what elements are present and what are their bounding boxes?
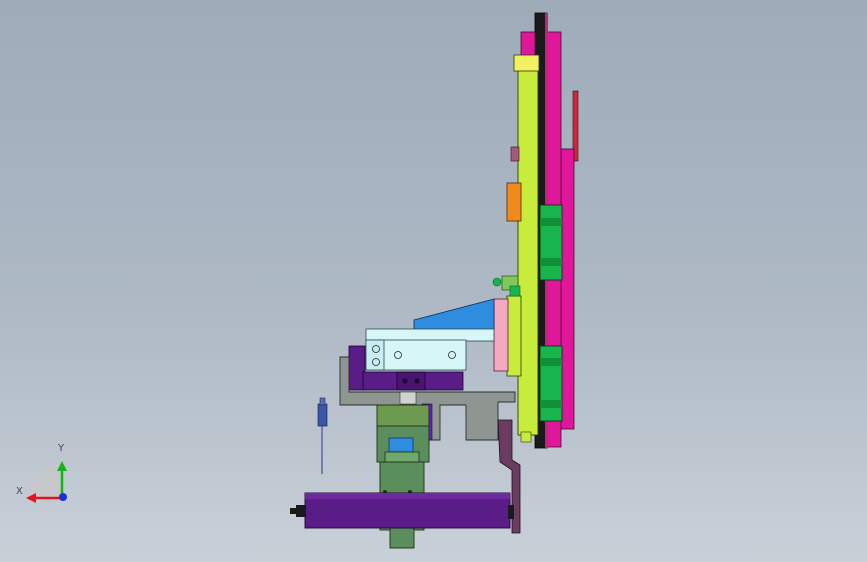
cylinder-right-cap xyxy=(508,505,514,519)
orange-block xyxy=(506,182,522,222)
pink-block xyxy=(493,298,509,372)
cylinder-left-cap xyxy=(296,505,306,517)
gripper-window xyxy=(388,437,414,453)
lime-main-plate xyxy=(517,69,539,436)
lime-top-cap xyxy=(513,54,540,72)
rodless-cylinder-shade xyxy=(305,493,510,499)
green-slider-upper-band2 xyxy=(540,258,562,266)
cylinder-left-tip xyxy=(290,508,296,514)
sensor-body xyxy=(317,403,328,427)
cylinder-body-top xyxy=(365,328,495,342)
triad-z-axis xyxy=(59,493,67,501)
vertical-rail-assembly[interactable] xyxy=(492,12,579,449)
magenta-top-block xyxy=(520,31,536,58)
fitting-small-1 xyxy=(510,146,520,162)
gray-base-detail xyxy=(399,391,417,405)
green-slider-upper-band xyxy=(540,218,562,226)
green-slider-lower-band2 xyxy=(540,400,562,408)
coordinate-triad xyxy=(26,461,67,503)
fitting-small-2 xyxy=(520,431,532,443)
lime-lower-block xyxy=(506,295,522,377)
cad-viewport[interactable]: X Y xyxy=(0,0,867,562)
bracket-screw-2 xyxy=(414,378,420,384)
sensor-cap xyxy=(319,397,326,406)
green-slider-lower xyxy=(539,345,563,422)
green-slider-lower-band xyxy=(540,358,562,366)
triad-gray-arc xyxy=(28,464,62,498)
green-slider-upper xyxy=(539,204,563,281)
gripper-head xyxy=(376,404,430,428)
triad-x-label: X xyxy=(16,486,23,497)
fitting-green-1 xyxy=(492,277,502,287)
assembly-model[interactable] xyxy=(0,0,867,562)
gripper-finger xyxy=(389,527,415,549)
triad-y-label: Y xyxy=(58,443,65,454)
bracket-screw-1 xyxy=(402,378,408,384)
fitting-green-3 xyxy=(509,285,521,297)
purple-bracket-block xyxy=(396,371,426,391)
blue-wedge xyxy=(413,298,495,331)
